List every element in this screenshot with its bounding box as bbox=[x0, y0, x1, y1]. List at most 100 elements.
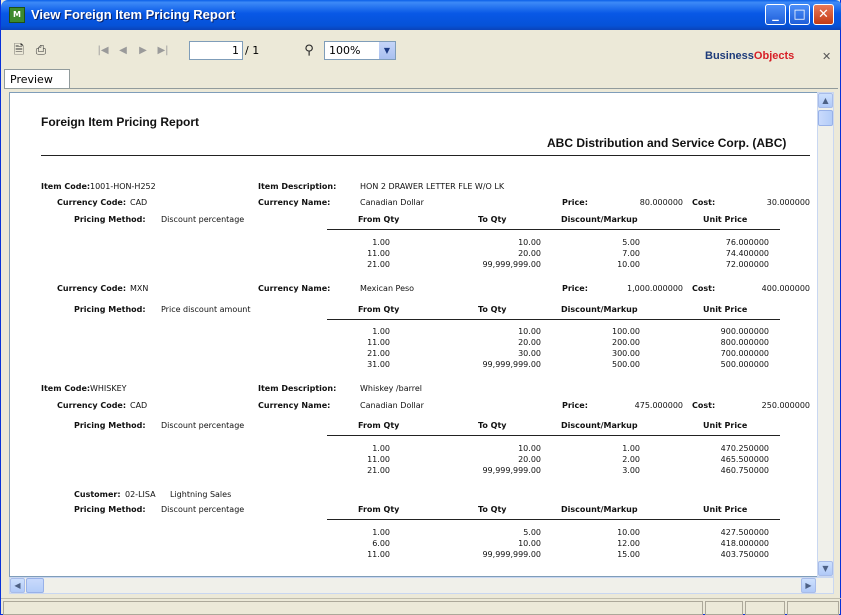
from-qty-cell: 6.00 bbox=[372, 539, 390, 548]
from-qty-cell: 1.00 bbox=[372, 444, 390, 453]
price-value: 1,000.000000 bbox=[627, 284, 683, 293]
item-description-value: Whiskey /barrel bbox=[360, 384, 422, 393]
unit-price-cell: 76.000000 bbox=[725, 238, 769, 247]
status-segment bbox=[745, 601, 785, 615]
zoom-select[interactable]: 100% ▼ bbox=[324, 41, 396, 60]
cost-value: 400.000000 bbox=[761, 284, 810, 293]
from-qty-cell: 21.00 bbox=[367, 466, 390, 475]
currency-name-label: Currency Name: bbox=[258, 401, 331, 410]
scroll-right-icon[interactable]: ▶ bbox=[801, 578, 816, 593]
maximize-button[interactable]: □ bbox=[789, 4, 810, 25]
unit-price-cell: 460.750000 bbox=[720, 466, 769, 475]
app-icon: M bbox=[9, 7, 25, 23]
to-qty-cell: 5.00 bbox=[523, 528, 541, 537]
currency-code-value: CAD bbox=[130, 401, 148, 410]
unit-price-cell: 500.000000 bbox=[720, 360, 769, 369]
currency-code-label: Currency Code: bbox=[57, 284, 127, 293]
close-button[interactable]: ✕ bbox=[813, 4, 834, 25]
pricing-method-value: Discount percentage bbox=[161, 421, 245, 430]
pricing-method-label: Pricing Method: bbox=[74, 215, 146, 224]
discount-markup-cell: 1.00 bbox=[622, 444, 640, 453]
report-preview-area[interactable]: Foreign Item Pricing Report ABC Distribu… bbox=[9, 92, 826, 577]
pricing-method-value: Price discount amount bbox=[161, 305, 251, 314]
binoculars-icon[interactable]: ⚲ bbox=[301, 43, 317, 59]
column-header-discount-markup: Discount/Markup bbox=[561, 505, 638, 514]
column-header-unit-price: Unit Price bbox=[703, 305, 748, 314]
column-header-to-qty: To Qty bbox=[478, 505, 507, 514]
item-description-label: Item Description: bbox=[258, 384, 337, 393]
item-code-value: WHISKEY bbox=[90, 384, 127, 393]
vertical-scroll-thumb[interactable] bbox=[818, 110, 833, 126]
currency-name-value: Canadian Dollar bbox=[360, 198, 424, 207]
viewer-toolbar: 🗎 ⎙ |◀ ◀ ▶ ▶| 1 / 1 ⚲ 100% ▼ BusinessObj… bbox=[5, 30, 838, 70]
first-page-button[interactable]: |◀ bbox=[95, 43, 111, 59]
column-header-to-qty: To Qty bbox=[478, 305, 507, 314]
minimize-button[interactable]: _ bbox=[765, 4, 786, 25]
currency-name-label: Currency Name: bbox=[258, 284, 331, 293]
table-header-rule bbox=[327, 229, 780, 230]
next-page-button[interactable]: ▶ bbox=[135, 43, 151, 59]
currency-code-label: Currency Code: bbox=[57, 401, 127, 410]
column-header-discount-markup: Discount/Markup bbox=[561, 215, 638, 224]
to-qty-cell: 10.00 bbox=[518, 238, 541, 247]
customer-name-value: Lightning Sales bbox=[170, 490, 232, 499]
status-segment-main bbox=[3, 601, 703, 615]
unit-price-cell: 403.750000 bbox=[720, 550, 769, 559]
currency-name-label: Currency Name: bbox=[258, 198, 331, 207]
scroll-left-icon[interactable]: ◀ bbox=[10, 578, 25, 593]
export-icon[interactable]: 🗎 bbox=[11, 43, 27, 59]
to-qty-cell: 99,999,999.00 bbox=[482, 550, 541, 559]
item-code-label: Item Code: bbox=[41, 384, 91, 393]
from-qty-cell: 1.00 bbox=[372, 528, 390, 537]
horizontal-scroll-thumb[interactable] bbox=[26, 578, 44, 593]
item-description-value: HON 2 DRAWER LETTER FLE W/O LK bbox=[360, 182, 505, 191]
from-qty-cell: 11.00 bbox=[367, 338, 390, 347]
price-label: Price: bbox=[562, 401, 588, 410]
customer-id-value: 02-LISA bbox=[125, 490, 156, 499]
pricing-method-label: Pricing Method: bbox=[74, 305, 146, 314]
column-header-discount-markup: Discount/Markup bbox=[561, 421, 638, 430]
pricing-method-value: Discount percentage bbox=[161, 215, 245, 224]
discount-markup-cell: 100.00 bbox=[612, 327, 640, 336]
from-qty-cell: 1.00 bbox=[372, 238, 390, 247]
last-page-button[interactable]: ▶| bbox=[155, 43, 171, 59]
item-description-label: Item Description: bbox=[258, 182, 337, 191]
column-header-to-qty: To Qty bbox=[478, 421, 507, 430]
previous-page-button[interactable]: ◀ bbox=[115, 43, 131, 59]
discount-markup-cell: 2.00 bbox=[622, 455, 640, 464]
to-qty-cell: 10.00 bbox=[518, 327, 541, 336]
customer-label: Customer: bbox=[74, 490, 121, 499]
table-header-rule bbox=[327, 519, 780, 520]
report-viewer-window: M View Foreign Item Pricing Report _ □ ✕… bbox=[0, 0, 841, 615]
vertical-scrollbar[interactable]: ▲ ▼ bbox=[817, 92, 834, 577]
currency-code-value: CAD bbox=[130, 198, 148, 207]
column-header-from-qty: From Qty bbox=[358, 505, 400, 514]
discount-markup-cell: 10.00 bbox=[617, 528, 640, 537]
table-header-rule bbox=[327, 319, 780, 320]
scroll-up-icon[interactable]: ▲ bbox=[818, 93, 833, 108]
unit-price-cell: 72.000000 bbox=[725, 260, 769, 269]
horizontal-scrollbar[interactable]: ◀ ▶ bbox=[9, 577, 834, 594]
unit-price-cell: 465.500000 bbox=[720, 455, 769, 464]
tab-preview[interactable]: Preview bbox=[4, 69, 70, 89]
printer-icon[interactable]: ⎙ bbox=[33, 43, 49, 59]
window-title: View Foreign Item Pricing Report bbox=[31, 7, 236, 22]
scroll-down-icon[interactable]: ▼ bbox=[818, 561, 833, 576]
price-label: Price: bbox=[562, 198, 588, 207]
currency-code-value: MXN bbox=[130, 284, 149, 293]
currency-name-value: Mexican Peso bbox=[360, 284, 415, 293]
unit-price-cell: 427.500000 bbox=[720, 528, 769, 537]
title-bar[interactable]: M View Foreign Item Pricing Report _ □ ✕ bbox=[1, 0, 841, 30]
column-header-from-qty: From Qty bbox=[358, 215, 400, 224]
cost-value: 250.000000 bbox=[761, 401, 810, 410]
chevron-down-icon[interactable]: ▼ bbox=[379, 42, 395, 59]
to-qty-cell: 99,999,999.00 bbox=[482, 260, 541, 269]
header-rule bbox=[41, 155, 810, 156]
cost-label: Cost: bbox=[692, 401, 716, 410]
discount-markup-cell: 500.00 bbox=[612, 360, 640, 369]
close-viewer-button[interactable]: ✕ bbox=[822, 50, 831, 63]
from-qty-cell: 11.00 bbox=[367, 550, 390, 559]
page-number-input[interactable]: 1 bbox=[189, 41, 243, 60]
businessobjects-logo: BusinessObjects bbox=[705, 50, 795, 62]
cost-label: Cost: bbox=[692, 284, 716, 293]
